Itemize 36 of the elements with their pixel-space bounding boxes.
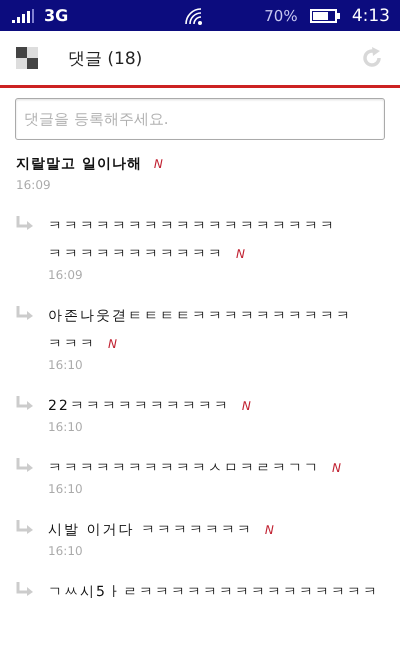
reply-arrow-icon — [16, 520, 34, 534]
comment-text: ㄱㅆ시5ㅏㄹㅋㅋㅋㅋㅋㅋㅋㅋㅋㅋㅋㅋㅋㅋㅋ — [48, 584, 379, 600]
new-label: N — [264, 523, 274, 537]
page-title: 댓글 (18) — [68, 48, 142, 70]
clock: 4:13 — [352, 6, 390, 26]
reply-arrow-icon — [16, 216, 34, 230]
comment-time: 16:10 — [48, 482, 84, 496]
new-label: N — [154, 157, 163, 171]
new-label: N — [108, 337, 117, 351]
new-label: N — [332, 461, 341, 475]
comment-text: 22ㅋㅋㅋㅋㅋㅋㅋㅋㅋㅋ — [48, 398, 230, 414]
comment-text: ㅋㅋㅋㅋㅋㅋㅋㅋㅋㅋㅋ — [48, 246, 224, 262]
battery-percent: 70% — [264, 6, 298, 24]
app-logo-icon — [16, 47, 38, 69]
comment-time: 16:09 — [48, 268, 84, 282]
comment-input[interactable]: 댓글을 등록해주세요. — [15, 98, 385, 140]
reply-arrow-icon — [16, 458, 34, 472]
reply-arrow-icon — [16, 306, 34, 320]
comment-text: ㅋㅋㅋㅋㅋㅋㅋㅋㅋㅋㅅㅁㅋㄹㅋㄱㄱ — [48, 460, 320, 476]
comment-time: 16:10 — [48, 420, 84, 434]
network-type: 3G — [44, 6, 68, 25]
wifi-icon — [184, 6, 204, 24]
reply-arrow-icon — [16, 396, 34, 410]
reply-arrow-icon — [16, 582, 34, 596]
comment-text: 시발 이거다 ㅋㅋㅋㅋㅋㅋㅋ — [48, 522, 253, 538]
comment-time: 16:10 — [48, 544, 84, 558]
comment-text: ㅋㅋㅋ — [48, 336, 96, 352]
comment-text: ㅋㅋㅋㅋㅋㅋㅋㅋㅋㅋㅋㅋㅋㅋㅋㅋㅋㅋ — [48, 218, 336, 234]
new-label: N — [236, 247, 245, 261]
comment-time: 16:09 — [16, 178, 52, 192]
new-label: N — [242, 399, 251, 413]
battery-icon — [310, 8, 340, 22]
comment-time: 16:10 — [48, 358, 84, 372]
signal-icon — [12, 8, 34, 22]
comment-text: 지랄말고 일이나해 — [16, 156, 142, 172]
comment-text: 아존나웃겯ㅌㅌㅌㅌㅋㅋㅋㅋㅋㅋㅋㅋㅋㅋ — [48, 308, 352, 324]
